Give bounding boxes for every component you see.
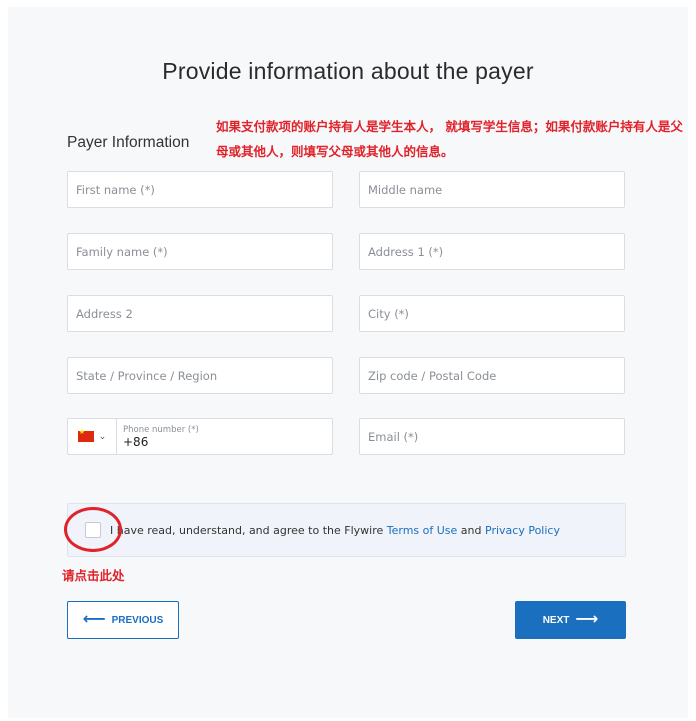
terms-text: I have read, understand, and agree to th… bbox=[110, 524, 560, 537]
page-title: Provide information about the payer bbox=[162, 58, 534, 84]
next-label: NEXT bbox=[542, 614, 570, 626]
first-name-field[interactable]: First name (*) bbox=[67, 171, 333, 208]
state-placeholder: State / Province / Region bbox=[76, 368, 218, 383]
state-field[interactable]: State / Province / Region bbox=[67, 357, 333, 394]
city-placeholder: City (*) bbox=[368, 306, 409, 321]
zip-field[interactable]: Zip code / Postal Code bbox=[359, 357, 625, 394]
china-flag-icon bbox=[77, 428, 94, 442]
arrow-left-icon: ⟵ bbox=[82, 611, 106, 628]
family-name-field[interactable]: Family name (*) bbox=[67, 233, 333, 270]
arrow-right-icon: ⟶ bbox=[575, 611, 599, 628]
address2-placeholder: Address 2 bbox=[76, 306, 133, 321]
terms-of-use-link[interactable]: Terms of Use bbox=[387, 524, 458, 537]
chevron-down-icon: ⌄ bbox=[98, 431, 107, 442]
phone-label: Phone number (*) bbox=[123, 424, 199, 435]
family-name-placeholder: Family name (*) bbox=[76, 244, 168, 259]
city-field[interactable]: City (*) bbox=[359, 295, 625, 332]
annotation-circle bbox=[64, 507, 122, 552]
middle-name-field[interactable]: Middle name bbox=[359, 171, 625, 208]
middle-name-placeholder: Middle name bbox=[368, 182, 443, 197]
country-selector[interactable]: ⌄ bbox=[68, 419, 117, 454]
address1-field[interactable]: Address 1 (*) bbox=[359, 233, 625, 270]
privacy-policy-link[interactable]: Privacy Policy bbox=[485, 524, 560, 537]
email-placeholder: Email (*) bbox=[368, 429, 419, 444]
annotation-note: 如果支付款项的账户持有人是学生本人， 就填写学生信息；如果付款账户持有人是父母或… bbox=[216, 119, 683, 159]
phone-field[interactable]: ⌄ Phone number (*) +86 bbox=[67, 418, 333, 455]
next-button[interactable]: NEXT ⟶ bbox=[515, 601, 626, 639]
zip-placeholder: Zip code / Postal Code bbox=[368, 368, 497, 383]
previous-label: PREVIOUS bbox=[111, 614, 164, 626]
terms-and: and bbox=[457, 524, 485, 537]
click-here-note: 请点击此处 bbox=[62, 568, 125, 583]
terms-prefix: I have read, understand, and agree to th… bbox=[110, 524, 387, 537]
previous-button[interactable]: ⟵ PREVIOUS bbox=[67, 601, 179, 639]
email-field[interactable]: Email (*) bbox=[359, 418, 625, 455]
phone-input[interactable]: Phone number (*) +86 bbox=[117, 425, 199, 449]
address1-placeholder: Address 1 (*) bbox=[368, 244, 444, 259]
first-name-placeholder: First name (*) bbox=[76, 182, 155, 197]
section-label: Payer Information bbox=[67, 134, 190, 151]
phone-value: +86 bbox=[123, 434, 149, 449]
address2-field[interactable]: Address 2 bbox=[67, 295, 333, 332]
